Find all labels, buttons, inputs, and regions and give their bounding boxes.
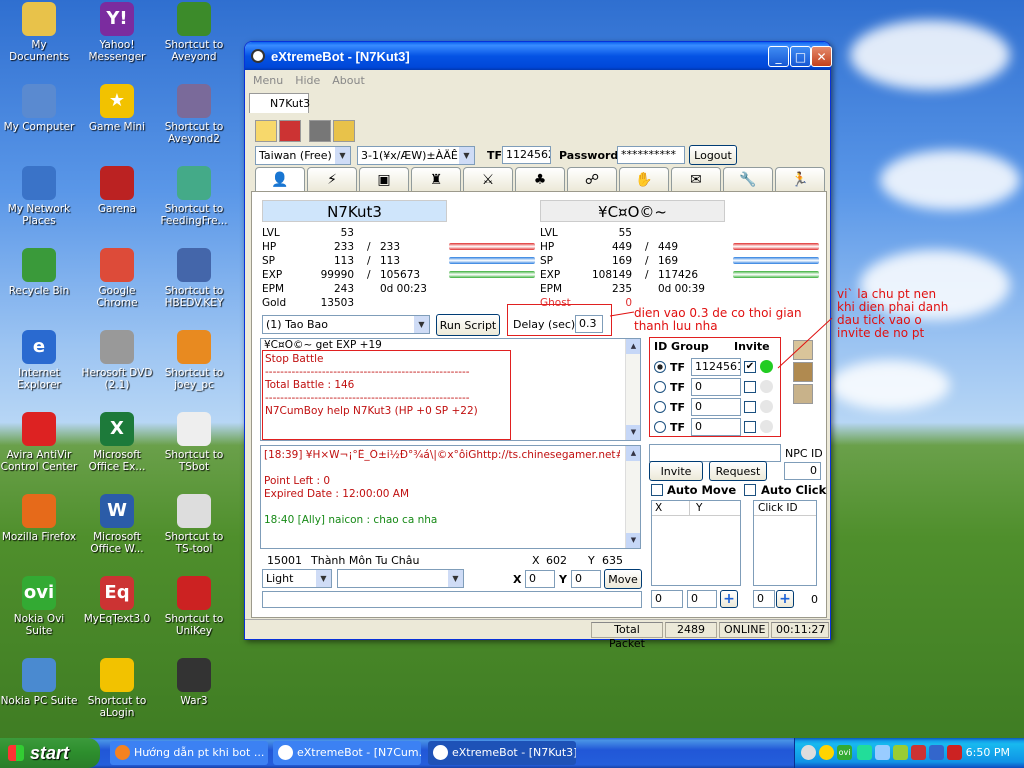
task-label: eXtremeBot - [N7Cum... bbox=[297, 746, 421, 759]
clock: 6:50 PM bbox=[965, 746, 1010, 759]
task-extremebot-cum[interactable]: eXtremeBot - [N7Cum... bbox=[273, 741, 421, 765]
task-label: Hướng dẫn pt khi bot ... bbox=[134, 746, 265, 759]
task-label: eXtremeBot - [N7Kut3] bbox=[452, 746, 576, 759]
show-hidden-icon[interactable] bbox=[801, 745, 816, 760]
annotation-lines bbox=[609, 311, 833, 369]
extremebot-icon bbox=[278, 745, 293, 760]
windows-logo-icon bbox=[8, 745, 24, 761]
unikey-icon[interactable] bbox=[929, 745, 944, 760]
device-icon[interactable] bbox=[893, 745, 908, 760]
volume-icon[interactable] bbox=[875, 745, 890, 760]
task-firefox[interactable]: Hướng dẫn pt khi bot ... bbox=[110, 741, 268, 765]
taskbar: start Hướng dẫn pt khi bot ... eXtremeBo… bbox=[0, 738, 1024, 768]
system-tray: ovi 6:50 PM bbox=[794, 738, 1024, 768]
avira-icon[interactable] bbox=[911, 745, 926, 760]
yahoo-icon[interactable] bbox=[819, 745, 834, 760]
ovi-icon[interactable]: ovi bbox=[837, 745, 852, 760]
extremebot-icon bbox=[433, 745, 448, 760]
firefox-icon bbox=[115, 745, 130, 760]
network-icon[interactable] bbox=[857, 745, 872, 760]
task-extremebot-kut[interactable]: eXtremeBot - [N7Kut3] bbox=[428, 741, 576, 765]
start-label: start bbox=[30, 743, 70, 763]
start-button[interactable]: start bbox=[0, 738, 100, 768]
antivirus-icon[interactable] bbox=[947, 745, 962, 760]
